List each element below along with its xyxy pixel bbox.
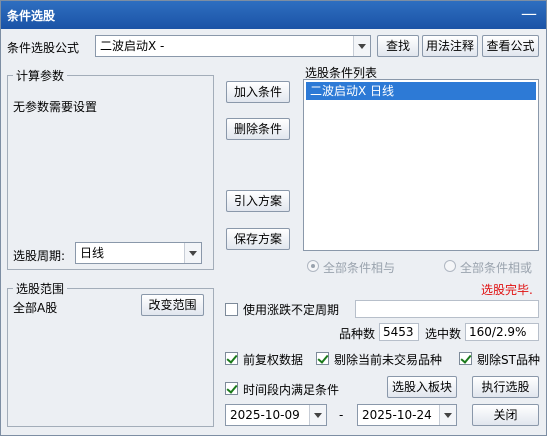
add-to-board-button[interactable]: 选股入板块 <box>387 376 457 398</box>
end-date-picker[interactable]: 2025-10-24 <box>357 404 457 426</box>
selected-label: 选中数 <box>425 327 462 341</box>
calc-params-label: 计算参数 <box>13 67 68 84</box>
list-item[interactable]: 二波启动X 日线 <box>306 82 536 100</box>
date-separator: - <box>339 408 344 422</box>
period-condition-checkbox[interactable] <box>225 382 238 395</box>
chevron-down-icon[interactable] <box>184 243 201 263</box>
close-button[interactable]: 关闭 <box>472 404 539 426</box>
period-select-value: 日线 <box>80 246 105 260</box>
period-label: 选股周期: <box>13 249 66 263</box>
formula-label: 条件选股公式 <box>7 41 80 55</box>
delete-condition-button[interactable]: 删除条件 <box>226 118 290 140</box>
uncertain-period-checkbox[interactable] <box>225 303 238 316</box>
chevron-down-icon[interactable] <box>309 405 326 425</box>
exclude-st-label: 剔除ST品种 <box>477 353 540 367</box>
chevron-down-icon[interactable] <box>353 36 370 56</box>
and-radio[interactable] <box>307 260 319 272</box>
end-date-value: 2025-10-24 <box>362 408 432 422</box>
range-group-label: 选股范围 <box>13 280 68 297</box>
status-text: 选股完毕. <box>481 283 533 297</box>
change-range-button[interactable]: 改变范围 <box>141 294 204 316</box>
import-plan-button[interactable]: 引入方案 <box>226 190 290 212</box>
start-date-picker[interactable]: 2025-10-09 <box>225 404 327 426</box>
chevron-down-icon[interactable] <box>439 405 456 425</box>
formula-select-value: 二波启动X - <box>100 39 165 53</box>
find-button[interactable]: 查找 <box>377 35 419 57</box>
count-label: 品种数 <box>339 327 376 341</box>
uncertain-period-label: 使用涨跌不定周期 <box>243 303 340 317</box>
or-radio-label: 全部条件相或 <box>460 261 533 275</box>
formula-select[interactable]: 二波启动X - <box>95 35 371 57</box>
forward-adjust-checkbox[interactable] <box>225 352 238 365</box>
or-radio[interactable] <box>444 260 456 272</box>
condition-stock-selection-window: 条件选股 — 条件选股公式 二波启动X - 查找 用法注释 查看公式 计算参数 … <box>0 0 547 436</box>
uncertain-period-input[interactable] <box>355 300 539 318</box>
period-select[interactable]: 日线 <box>75 242 202 264</box>
add-condition-button[interactable]: 加入条件 <box>226 81 290 103</box>
title-bar[interactable]: 条件选股 — <box>1 1 546 29</box>
save-plan-button[interactable]: 保存方案 <box>226 228 290 250</box>
condition-list[interactable]: 二波启动X 日线 <box>303 79 539 251</box>
no-params-message: 无参数需要设置 <box>13 100 98 114</box>
usage-note-button[interactable]: 用法注释 <box>422 35 478 57</box>
close-icon[interactable]: — <box>520 5 538 23</box>
period-condition-label: 时间段内满足条件 <box>243 383 340 397</box>
exclude-untraded-checkbox[interactable] <box>316 352 329 365</box>
view-formula-button[interactable]: 查看公式 <box>482 35 539 57</box>
execute-selection-button[interactable]: 执行选股 <box>472 376 539 398</box>
forward-adjust-label: 前复权数据 <box>243 353 304 367</box>
exclude-st-checkbox[interactable] <box>459 352 472 365</box>
count-value: 5453 <box>379 323 419 341</box>
exclude-untraded-label: 剔除当前未交易品种 <box>334 353 443 367</box>
and-radio-label: 全部条件相与 <box>323 261 396 275</box>
start-date-value: 2025-10-09 <box>230 408 300 422</box>
range-value: 全部A股 <box>13 301 58 315</box>
selected-value: 160/2.9% <box>465 323 539 341</box>
window-title: 条件选股 <box>7 9 56 23</box>
